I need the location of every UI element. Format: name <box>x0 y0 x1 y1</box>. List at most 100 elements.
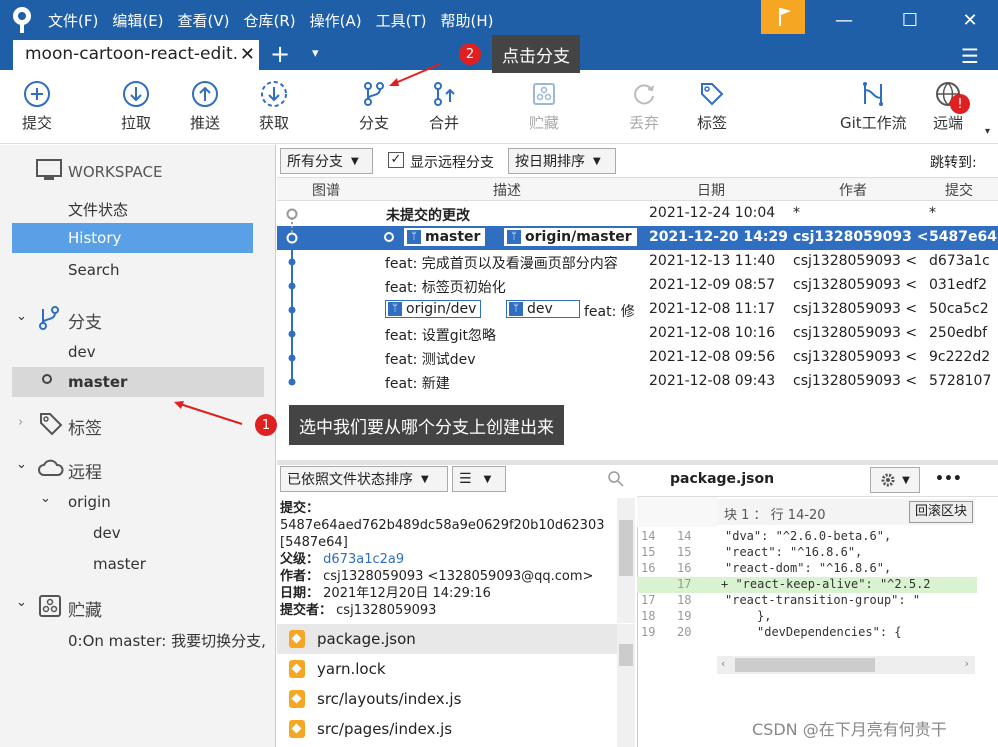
tab-close-icon[interactable]: ✕ <box>240 44 255 65</box>
sidebar-item-stash-0[interactable]: 0:On master: 我要切换分支, <box>68 630 268 651</box>
changed-files-list: package.json yarn.lock src/layouts/index… <box>277 624 617 747</box>
graph-node <box>288 354 296 362</box>
all-branches-dropdown[interactable]: 所有分支 ▼ <box>280 148 373 174</box>
file-item[interactable]: src/pages/index.js <box>277 714 617 744</box>
menu-file[interactable]: 文件(F) <box>48 10 98 31</box>
column-date[interactable]: 日期 <box>697 180 725 200</box>
sidebar-item-history[interactable]: History <box>12 223 253 253</box>
title-bar: 文件(F) 编辑(E) 查看(V) 仓库(R) 操作(A) 工具(T) 帮助(H… <box>0 0 998 40</box>
file-item[interactable]: yarn.lock <box>277 654 617 684</box>
commit-row[interactable]: ᛘ origin/dev ᛘ dev feat: 修 2021-12-08 11:1… <box>277 298 998 322</box>
files-scrollbar[interactable] <box>617 624 635 747</box>
diff-horizontal-scrollbar[interactable]: ‹ › <box>717 656 975 674</box>
file-item[interactable]: package.json <box>277 624 617 654</box>
hamburger-menu-icon[interactable]: ☰ <box>961 44 979 68</box>
commit-row-uncommitted[interactable]: 未提交的更改 2021-12-24 10:04 * * <box>277 202 998 226</box>
chevron-down-icon: ▼ <box>483 473 492 485</box>
file-modified-icon <box>289 630 305 648</box>
search-icon[interactable] <box>607 470 625 488</box>
tag-button[interactable]: 标签 <box>697 80 727 133</box>
ref-badge-origin-dev[interactable]: ᛘ origin/dev <box>385 300 482 318</box>
sidebar-item-origin[interactable]: origin <box>68 493 268 511</box>
diff-line: 15 15 "react": "^16.8.6", <box>641 545 863 559</box>
branches-chevron-down-icon[interactable]: ⌄ <box>16 309 36 324</box>
commit-date: 2021-12-08 11:17 <box>649 301 776 317</box>
commit-row[interactable]: feat: 测试dev 2021-12-08 09:56 csj13280590… <box>277 346 998 370</box>
menu-edit[interactable]: 编辑(E) <box>112 10 163 31</box>
graph-node-head <box>286 232 298 244</box>
sort-file-status-label: 已依照文件状态排序 <box>287 472 413 488</box>
scroll-left-icon[interactable]: ‹ <box>721 657 725 670</box>
column-graph[interactable]: 图谱 <box>312 180 340 200</box>
committer-label: 提交者： <box>280 603 333 618</box>
tab-repository[interactable]: moon-cartoon-react-edit. ✕ <box>13 40 259 70</box>
diff-line: 17 18 "react-transition-group": " <box>641 593 921 607</box>
commit-row-selected[interactable]: ᛘ master ᛘ origin/master 2021-12-20 14:29 … <box>277 226 998 250</box>
toolbar-overflow-icon[interactable]: ▾ <box>985 126 990 137</box>
sidebar-item-search[interactable]: Search <box>68 261 268 279</box>
flag-button[interactable] <box>761 0 805 34</box>
add-tab-button[interactable]: + <box>270 40 290 68</box>
diff-line: 19 20 "devDependencies": { <box>641 625 902 639</box>
tags-chevron-right-icon[interactable]: › <box>18 415 38 430</box>
close-button[interactable]: ✕ <box>944 0 996 40</box>
fetch-button[interactable]: 获取 <box>259 80 289 133</box>
diff-options-dropdown[interactable]: ▼ <box>870 467 920 493</box>
discard-button[interactable]: 丢弃 <box>629 80 659 133</box>
diff-header: package.json ▼ ••• <box>637 465 998 497</box>
sidebar-item-origin-dev[interactable]: dev <box>93 524 263 542</box>
tab-dropdown-icon[interactable]: ▾ <box>312 46 319 61</box>
sidebar-item-origin-master[interactable]: master <box>93 555 263 573</box>
file-name: yarn.lock <box>317 660 386 678</box>
more-options-icon[interactable]: ••• <box>935 471 962 487</box>
commit-label: 提交 <box>22 114 53 132</box>
scroll-right-icon[interactable]: › <box>965 657 969 670</box>
minimize-button[interactable]: — <box>818 0 870 40</box>
menu-tools[interactable]: 工具(T) <box>376 10 427 31</box>
sidebar-section-remotes[interactable]: 远程 <box>68 458 268 483</box>
show-remote-checkbox[interactable]: ✓ <box>388 152 404 168</box>
revert-hunk-button[interactable]: 回滚区块 <box>909 501 973 523</box>
commit-desc: feat: 标签页初始化 <box>385 280 506 296</box>
column-author[interactable]: 作者 <box>839 180 867 200</box>
stash-button[interactable]: 贮藏 <box>529 80 559 133</box>
column-commit[interactable]: 提交 <box>945 180 973 200</box>
file-item[interactable]: src/layouts/index.js <box>277 684 617 714</box>
current-branch-icon <box>42 374 52 384</box>
parent-link[interactable]: d673a1c2a9 <box>323 552 404 567</box>
sidebar-item-branch-master[interactable]: master <box>12 367 264 397</box>
diff-line: 16 16 "react-dom": "^16.8.6", <box>641 561 892 575</box>
commit-row[interactable]: feat: 完成首页以及看漫画页部分内容 2021-12-13 11:40 cs… <box>277 250 998 274</box>
ref-badge-origin-master[interactable]: ᛘ origin/master <box>504 228 637 246</box>
commit-button[interactable]: 提交 <box>22 80 52 133</box>
ref-badge-dev[interactable]: ᛘ dev <box>506 300 580 318</box>
list-view-dropdown[interactable]: ☰ ▼ <box>452 466 506 492</box>
commit-info-scrollbar[interactable] <box>617 498 635 623</box>
commit-row[interactable]: feat: 新建 2021-12-08 09:43 csj1328059093 … <box>277 370 998 394</box>
column-description[interactable]: 描述 <box>493 180 521 200</box>
gitflow-button[interactable]: Git工作流 <box>840 80 907 133</box>
sidebar-item-branch-dev[interactable]: dev <box>68 343 268 361</box>
origin-chevron-down-icon[interactable]: ⌄ <box>40 491 60 506</box>
remote-label: 远端 <box>933 114 964 132</box>
commit-hash: * <box>929 205 936 221</box>
menu-view[interactable]: 查看(V) <box>178 10 230 31</box>
menu-actions[interactable]: 操作(A) <box>310 10 362 31</box>
sidebar-item-file-status[interactable]: 文件状态 <box>68 199 268 220</box>
menu-help[interactable]: 帮助(H) <box>440 10 493 31</box>
sort-date-dropdown[interactable]: 按日期排序 ▼ <box>508 148 616 174</box>
commit-row[interactable]: feat: 标签页初始化 2021-12-09 08:57 csj1328059… <box>277 274 998 298</box>
menu-repository[interactable]: 仓库(R) <box>244 10 296 31</box>
stashes-chevron-down-icon[interactable]: ⌄ <box>16 595 36 610</box>
push-button[interactable]: 推送 <box>190 80 220 133</box>
ref-badge-master[interactable]: ᛘ master <box>404 228 486 246</box>
sidebar-section-stashes[interactable]: 贮藏 <box>68 596 268 621</box>
commit-author: csj1328059093 < <box>793 301 918 317</box>
sidebar-section-branches[interactable]: 分支 <box>68 308 268 333</box>
pull-button[interactable]: 拉取 <box>121 80 151 133</box>
commit-row[interactable]: feat: 设置git忽略 2021-12-08 10:16 csj132805… <box>277 322 998 346</box>
remotes-chevron-down-icon[interactable]: ⌄ <box>16 457 36 472</box>
maximize-button[interactable]: ☐ <box>884 0 936 40</box>
toolbar: 提交 拉取 推送 获取 分支 合并 贮藏 丢弃 标签 Git工作流 远端 ! ▾ <box>0 70 998 144</box>
sort-file-status-dropdown[interactable]: 已依照文件状态排序 ▼ <box>280 466 448 492</box>
